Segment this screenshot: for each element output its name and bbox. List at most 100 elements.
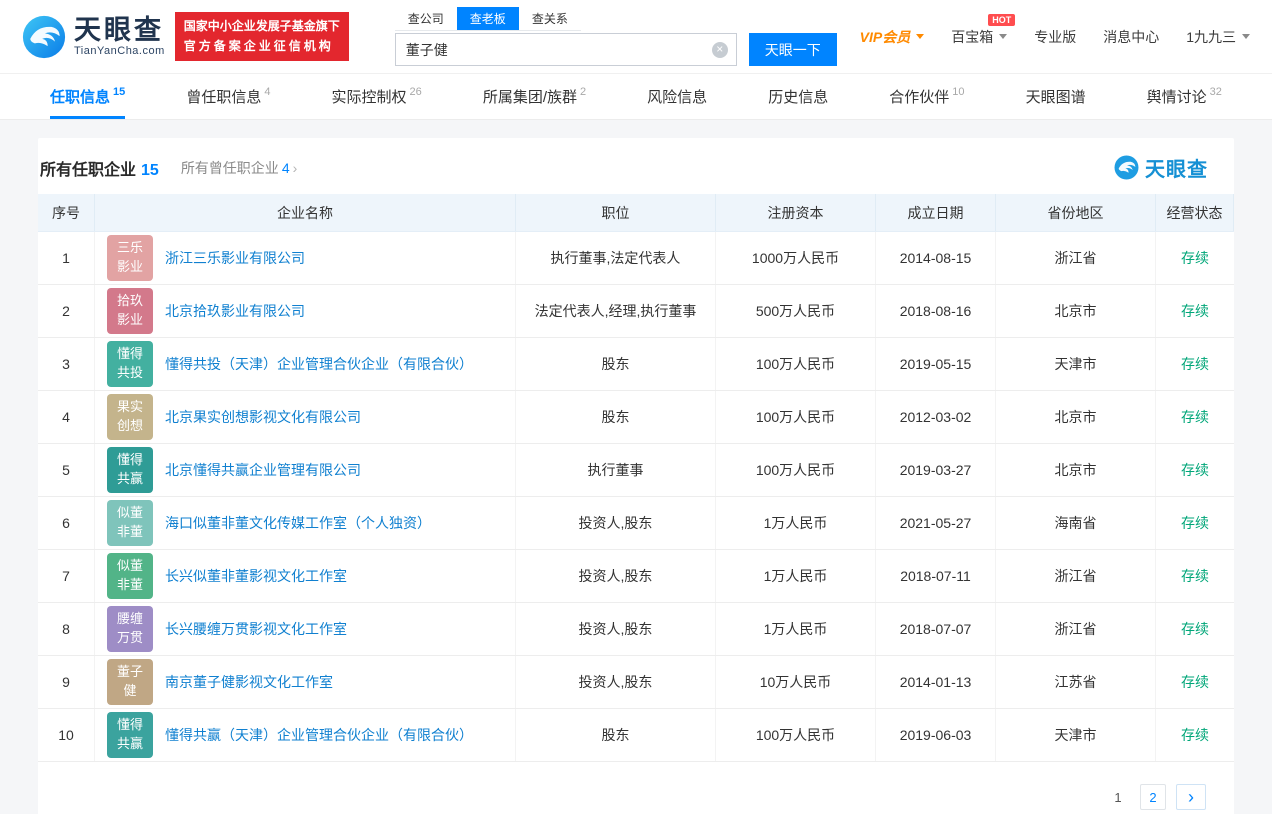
tab-bar: 任职信息 15 曾任职信息 4 实际控制权 26 所属集团/族群 2 风险信息 历史信息 合作伙伴 1… bbox=[0, 74, 1272, 120]
cell-index: 9 bbox=[38, 656, 95, 708]
clear-search-icon[interactable]: × bbox=[711, 41, 728, 58]
cell-date: 2019-03-27 bbox=[876, 444, 996, 496]
main-content: 所有任职企业 15 所有曾任职企业 4 › 天眼查 序号 企业名称 职位 注册资本 成… bbox=[0, 120, 1272, 834]
company-name-link[interactable]: 北京拾玖影业有限公司 bbox=[165, 301, 305, 321]
page-current: 1 bbox=[1114, 789, 1122, 805]
search-tab-item[interactable]: 查公司 bbox=[395, 7, 457, 30]
cell-index: 10 bbox=[38, 709, 95, 761]
search-tab-active[interactable]: 查老板 bbox=[456, 7, 519, 30]
search-tab-item[interactable]: 查关系 bbox=[519, 7, 581, 30]
cell-region: 浙江省 bbox=[996, 232, 1156, 284]
table-header-row: 序号 企业名称 职位 注册资本 成立日期 省份地区 经营状态 bbox=[38, 194, 1234, 232]
cell-date: 2018-07-07 bbox=[876, 603, 996, 655]
cell-position: 投资人,股东 bbox=[516, 550, 716, 602]
cell-index: 6 bbox=[38, 497, 95, 549]
tab-count: 32 bbox=[1209, 85, 1222, 98]
tab-item[interactable]: 天眼图谱 bbox=[1026, 74, 1086, 119]
company-name-link[interactable]: 长兴腰缠万贯影视文化工作室 bbox=[165, 619, 347, 639]
cell-capital: 10万人民币 bbox=[716, 656, 876, 708]
company-name-link[interactable]: 长兴似董非董影视文化工作室 bbox=[165, 566, 347, 586]
tab-item[interactable]: 历史信息 bbox=[768, 74, 828, 119]
tab-item[interactable]: 所属集团/族群 2 bbox=[483, 74, 586, 119]
company-name-link[interactable]: 懂得共赢（天津）企业管理合伙企业（有限合伙） bbox=[165, 725, 473, 745]
cell-region: 浙江省 bbox=[996, 550, 1156, 602]
page-2-button[interactable]: 2 bbox=[1140, 784, 1166, 810]
company-name-link[interactable]: 海口似董非董文化传媒工作室（个人独资） bbox=[165, 513, 431, 533]
former-positions-link[interactable]: 所有曾任职企业 4 › bbox=[181, 158, 297, 178]
tab-label: 风险信息 bbox=[647, 89, 708, 106]
tab-item[interactable]: 风险信息 bbox=[647, 74, 707, 119]
former-positions-label: 所有曾任职企业 bbox=[180, 159, 279, 176]
cell-index: 1 bbox=[38, 232, 95, 284]
pagination: 1 2 › bbox=[38, 762, 1234, 834]
brand-domain: TianYanCha.com bbox=[74, 44, 165, 57]
nav-vip[interactable]: VIP会员 bbox=[860, 27, 925, 47]
tab-label: 舆情讨论 bbox=[1146, 89, 1207, 106]
header-company: 企业名称 bbox=[95, 194, 516, 231]
hot-badge: HOT bbox=[988, 13, 1016, 26]
status-text: 存续 bbox=[1181, 727, 1209, 743]
brand-logo[interactable]: 天眼查 TianYanCha.com bbox=[22, 15, 165, 59]
cell-company: 果实 创想 北京果实创想影视文化有限公司 bbox=[95, 391, 516, 443]
nav-label: VIP会员 bbox=[859, 28, 911, 45]
tab-label: 所属集团/族群 bbox=[482, 89, 577, 106]
table-row: 2 拾玖 影业 北京拾玖影业有限公司 法定代表人,经理,执行董事 500万人民币… bbox=[38, 285, 1234, 338]
search-input[interactable] bbox=[394, 33, 737, 66]
nav-item[interactable]: 百宝箱 HOT bbox=[951, 13, 1016, 47]
cell-status: 存续 bbox=[1156, 497, 1234, 549]
status-text: 存续 bbox=[1181, 515, 1209, 531]
cell-position: 执行董事,法定代表人 bbox=[516, 232, 716, 284]
cell-region: 天津市 bbox=[996, 709, 1156, 761]
header-region: 省份地区 bbox=[996, 194, 1156, 231]
cell-position: 投资人,股东 bbox=[516, 656, 716, 708]
status-text: 存续 bbox=[1181, 674, 1209, 690]
company-name-link[interactable]: 南京董子健影视文化工作室 bbox=[165, 672, 333, 692]
nav-label: 百宝箱 bbox=[951, 28, 994, 45]
cell-capital: 1万人民币 bbox=[716, 497, 876, 549]
tab-label: 任职信息 bbox=[50, 89, 111, 106]
nav-item[interactable]: 消息中心 bbox=[1103, 27, 1159, 47]
cell-capital: 100万人民币 bbox=[716, 391, 876, 443]
tab-label: 天眼图谱 bbox=[1025, 89, 1086, 106]
cell-date: 2019-05-15 bbox=[876, 338, 996, 390]
next-page-button[interactable]: › bbox=[1176, 784, 1206, 810]
tab-count: 10 bbox=[952, 85, 965, 98]
brand-name: 天眼查 bbox=[74, 15, 164, 46]
badge-line2: 官方备案企业征信机构 bbox=[183, 38, 334, 53]
table-row: 10 懂得 共赢 懂得共赢（天津）企业管理合伙企业（有限合伙） 股东 100万人… bbox=[38, 709, 1234, 762]
company-name-link[interactable]: 北京果实创想影视文化有限公司 bbox=[165, 407, 361, 427]
cell-status: 存续 bbox=[1156, 338, 1234, 390]
cell-capital: 100万人民币 bbox=[716, 338, 876, 390]
company-name-link[interactable]: 懂得共投（天津）企业管理合伙企业（有限合伙） bbox=[165, 354, 473, 374]
header-position: 职位 bbox=[516, 194, 716, 231]
search-area: 查公司查老板查关系 × 天眼一下 bbox=[394, 7, 837, 66]
tab-label: 实际控制权 bbox=[331, 89, 407, 106]
tab-item[interactable]: 实际控制权 26 bbox=[332, 74, 422, 119]
tab-item[interactable]: 曾任职信息 4 bbox=[186, 74, 270, 119]
cell-index: 7 bbox=[38, 550, 95, 602]
table-row: 1 三乐 影业 浙江三乐影业有限公司 执行董事,法定代表人 1000万人民币 2… bbox=[38, 232, 1234, 285]
cell-status: 存续 bbox=[1156, 232, 1234, 284]
tab-item[interactable]: 合作伙伴 10 bbox=[889, 74, 964, 119]
cell-capital: 1000万人民币 bbox=[716, 232, 876, 284]
badge-line1: 国家中小企业发展子基金旗下 bbox=[183, 18, 340, 33]
nav-item[interactable]: 1九九三 bbox=[1186, 27, 1250, 47]
cell-company: 似董 非董 长兴似董非董影视文化工作室 bbox=[95, 550, 516, 602]
tab-label: 合作伙伴 bbox=[889, 89, 950, 106]
cell-region: 北京市 bbox=[996, 285, 1156, 337]
tab-item[interactable]: 舆情讨论 32 bbox=[1147, 74, 1222, 119]
next-page-icon: › bbox=[1188, 787, 1194, 807]
tab-label: 历史信息 bbox=[768, 89, 829, 106]
nav-item[interactable]: 专业版 bbox=[1034, 27, 1076, 47]
company-logo: 三乐 影业 bbox=[107, 235, 153, 281]
tab-active[interactable]: 任职信息 15 bbox=[50, 74, 126, 119]
cell-status: 存续 bbox=[1156, 709, 1234, 761]
cell-company: 懂得 共投 懂得共投（天津）企业管理合伙企业（有限合伙） bbox=[95, 338, 516, 390]
positions-table: 序号 企业名称 职位 注册资本 成立日期 省份地区 经营状态 1 三乐 影业 浙… bbox=[38, 194, 1234, 762]
company-name-link[interactable]: 北京懂得共赢企业管理有限公司 bbox=[165, 460, 361, 480]
search-button[interactable]: 天眼一下 bbox=[748, 33, 837, 66]
cell-capital: 1万人民币 bbox=[716, 550, 876, 602]
company-name-link[interactable]: 浙江三乐影业有限公司 bbox=[165, 248, 305, 268]
cell-position: 执行董事 bbox=[516, 444, 716, 496]
status-text: 存续 bbox=[1181, 462, 1209, 478]
